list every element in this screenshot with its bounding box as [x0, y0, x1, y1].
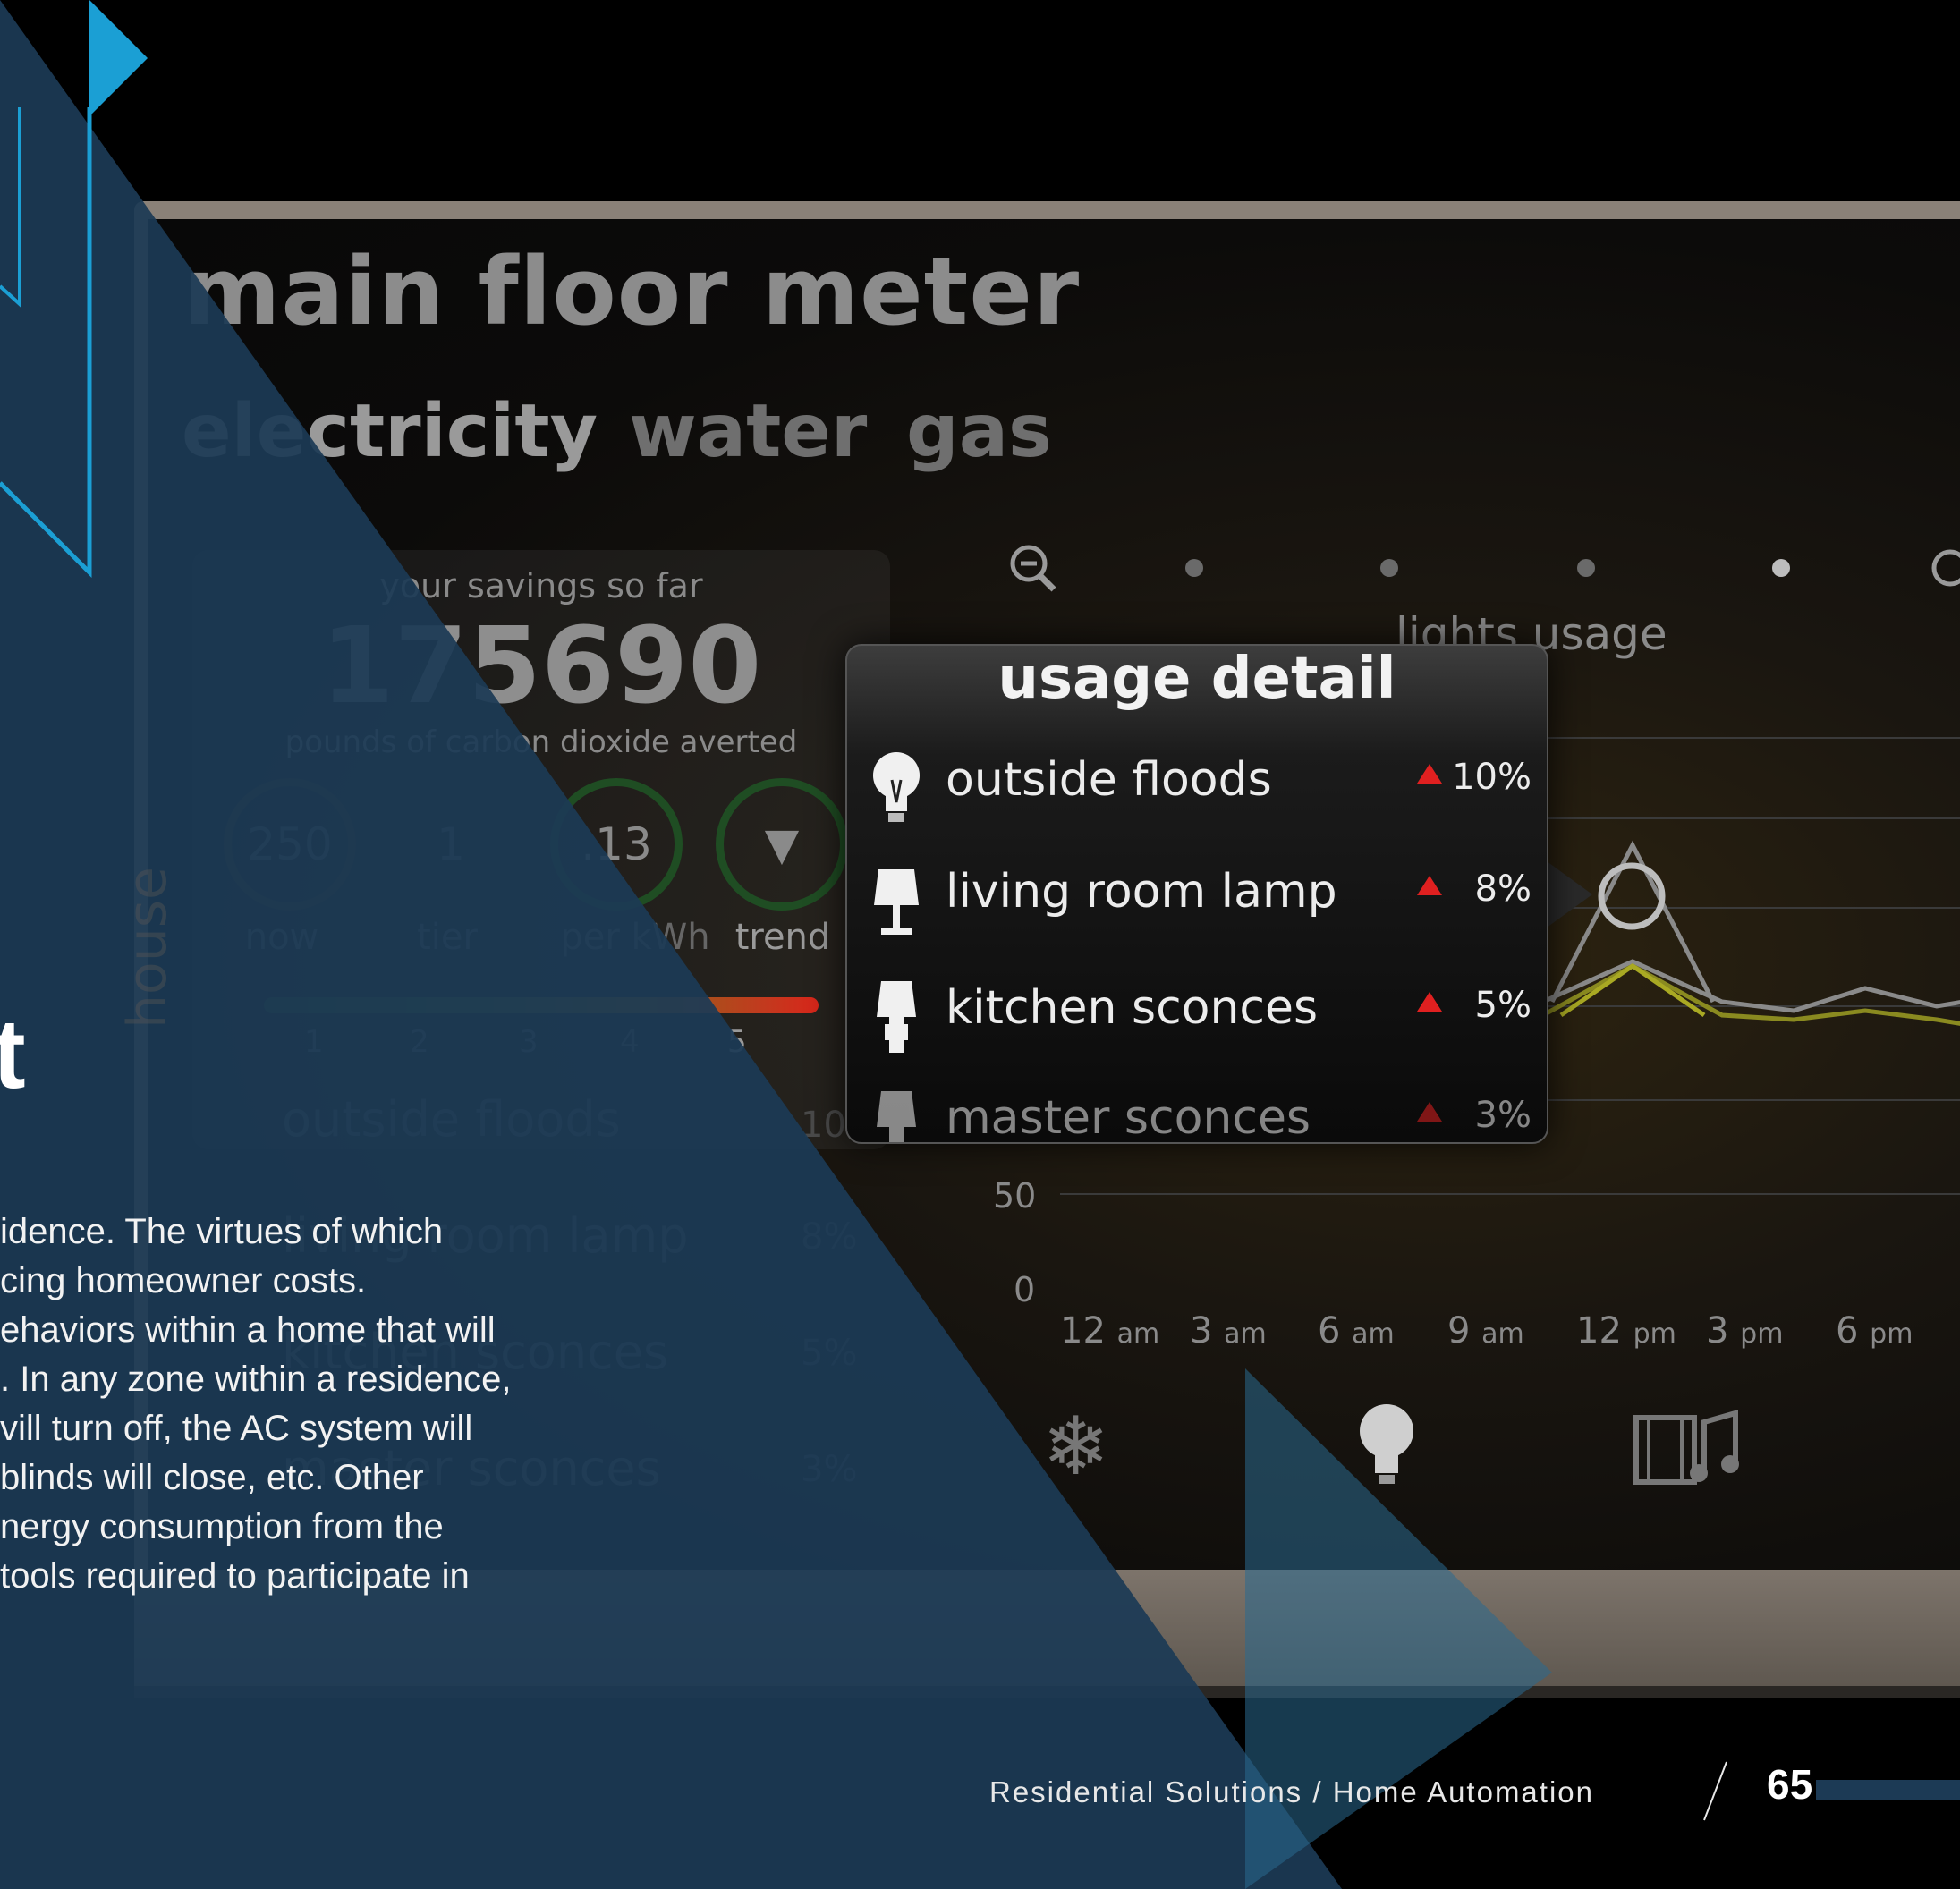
x-tick-unit: pm: [1740, 1318, 1784, 1350]
x-tick-unit: am: [1481, 1318, 1524, 1350]
zoom-dot: [1185, 559, 1203, 577]
x-tick-unit: am: [1352, 1318, 1395, 1350]
y-tick-0: 0: [1014, 1270, 1036, 1309]
footer-divider: [1703, 1761, 1727, 1821]
popup-row-pct: 5%: [1474, 985, 1532, 1026]
zoom-dot: [1380, 559, 1398, 577]
x-tick-unit: pm: [1633, 1318, 1676, 1350]
zoom-in-icon: [1931, 549, 1960, 587]
x-tick-12pm: 12 pm: [1576, 1310, 1676, 1351]
body-line: idence. The virtues of which: [0, 1212, 444, 1251]
x-tick-6am: 6 am: [1318, 1310, 1395, 1351]
popup-row-outside-floods[interactable]: outside floods 10%: [865, 744, 1532, 851]
popup-row-label: outside floods: [946, 753, 1272, 807]
sconce-icon: [877, 1091, 916, 1142]
popup-row-pct: 10%: [1452, 757, 1532, 798]
popup-row-master-sconces[interactable]: master sconces 3%: [865, 1082, 1532, 1144]
x-tick-6pm: 6 pm: [1836, 1310, 1913, 1351]
media-icon[interactable]: [1633, 1409, 1740, 1493]
popup-title: usage detail: [997, 646, 1396, 712]
body-line: tools required to participate in: [0, 1556, 470, 1596]
up-arrow-icon: [1417, 1102, 1442, 1122]
selected-point-marker: [1598, 862, 1666, 930]
accent-line-shape: [0, 107, 92, 579]
popup-row-label: living room lamp: [946, 865, 1337, 919]
up-arrow-icon: [1417, 764, 1442, 784]
up-arrow-icon: [1417, 992, 1442, 1012]
lamp-icon: [874, 869, 919, 935]
x-tick-num: 9: [1447, 1310, 1471, 1351]
body-line: nergy consumption from the: [0, 1507, 444, 1546]
body-line: cing homeowner costs.: [0, 1261, 367, 1300]
body-line: vill turn off, the AC system will: [0, 1409, 473, 1448]
x-tick-9am: 9 am: [1447, 1310, 1524, 1351]
popup-row-kitchen-sconces[interactable]: kitchen sconces 5%: [865, 972, 1532, 1080]
heading-fragment: t: [0, 999, 26, 1109]
popup-row-pct: 3%: [1474, 1095, 1532, 1136]
device-bottom-edge: [134, 1686, 1960, 1698]
lightbulb-icon[interactable]: [1355, 1400, 1418, 1493]
body-line: . In any zone within a residence,: [0, 1360, 512, 1399]
x-tick-unit: am: [1224, 1318, 1267, 1350]
popup-row-living-room-lamp[interactable]: living room lamp 8%: [865, 856, 1532, 963]
x-tick-3pm: 3 pm: [1706, 1310, 1783, 1351]
footer-bar: [1816, 1780, 1960, 1800]
x-tick-num: 3: [1190, 1310, 1213, 1351]
up-arrow-icon: [1417, 876, 1442, 895]
x-tick-num: 12: [1060, 1310, 1106, 1351]
popup-row-label: kitchen sconces: [946, 981, 1319, 1035]
body-paragraph: idence. The virtues of which cing homeow…: [0, 1207, 511, 1601]
page-number: 65: [1767, 1761, 1813, 1808]
popup-row-label: master sconces: [946, 1091, 1311, 1144]
body-line: blinds will close, etc. Other: [0, 1458, 424, 1497]
x-tick-num: 6: [1836, 1310, 1859, 1351]
zoom-out-icon: [1010, 545, 1056, 592]
accent-line-shape: [0, 107, 21, 309]
climate-icon[interactable]: ❄: [1042, 1400, 1109, 1494]
popup-row-pct: 8%: [1474, 868, 1532, 910]
sconce-icon: [877, 981, 916, 1053]
footer-section-label: Residential Solutions / Home Automation: [989, 1775, 1594, 1809]
usage-detail-popup: usage detail outside floods 10% living r…: [845, 644, 1548, 1144]
x-tick-num: 12: [1576, 1310, 1622, 1351]
body-line: ehaviors within a home that will: [0, 1310, 496, 1350]
zoom-dot: [1577, 559, 1595, 577]
x-tick-num: 3: [1706, 1310, 1729, 1351]
accent-arrow-shape: [89, 0, 148, 116]
zoom-dots: [1185, 559, 1790, 577]
popup-pointer: [1543, 859, 1592, 930]
bulb-icon: [873, 752, 920, 822]
x-tick-3am: 3 am: [1190, 1310, 1267, 1351]
side-vertical-text: house: [116, 867, 179, 1029]
x-tick-12am: 12 am: [1060, 1310, 1159, 1351]
x-tick-num: 6: [1318, 1310, 1341, 1351]
x-tick-unit: am: [1116, 1318, 1160, 1350]
y-tick-50: 50: [993, 1176, 1037, 1216]
zoom-dot-active: [1772, 559, 1790, 577]
x-tick-unit: pm: [1870, 1318, 1913, 1350]
